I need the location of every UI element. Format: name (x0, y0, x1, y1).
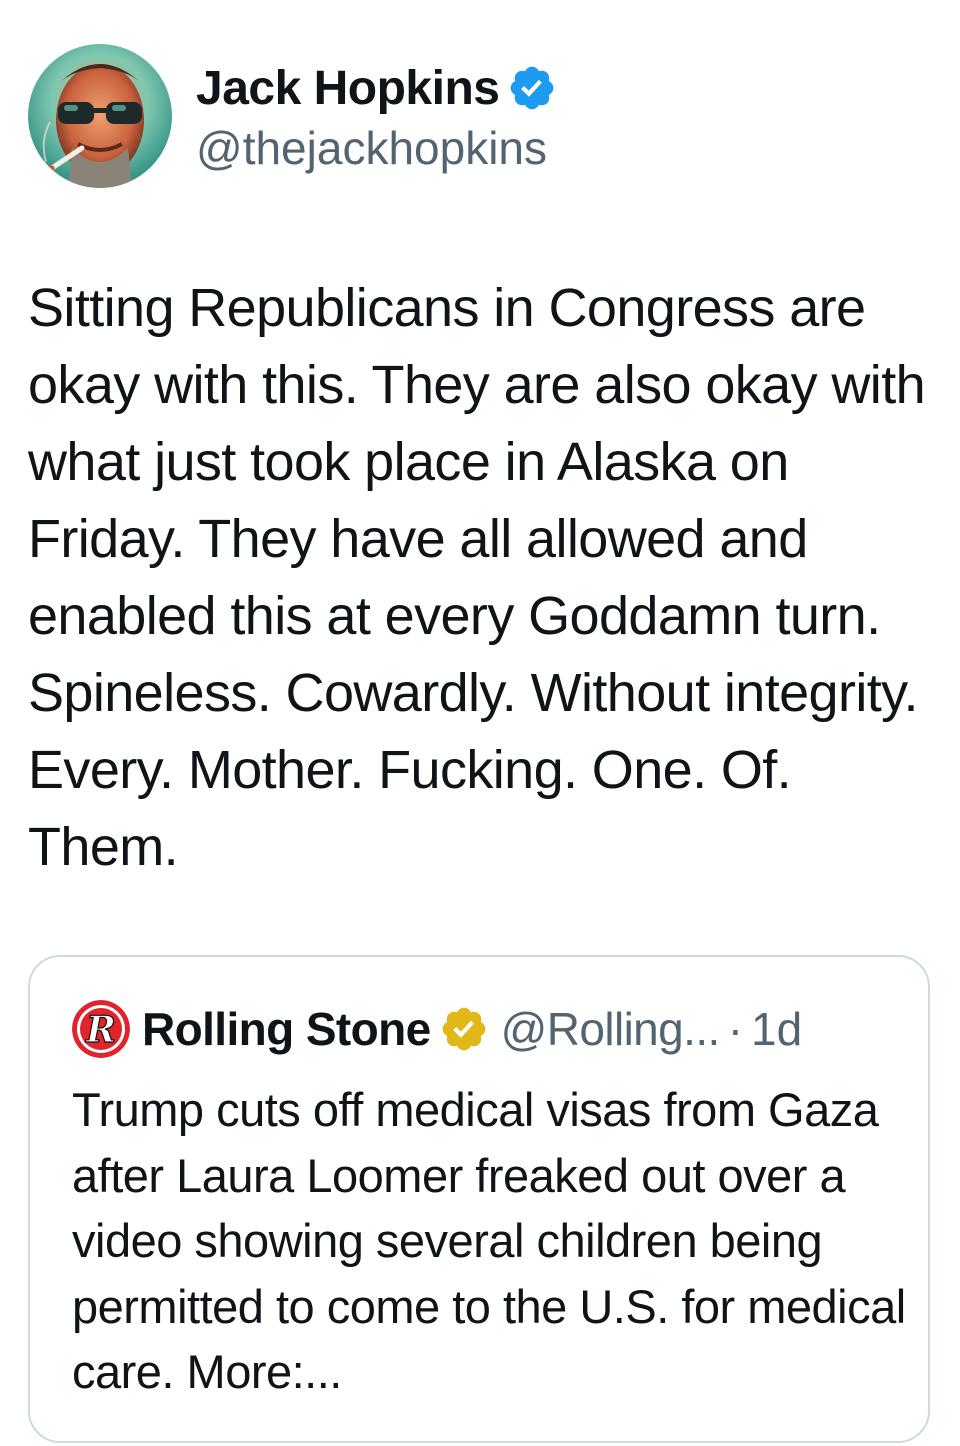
quoted-tweet-header: R Rolling Stone @Rolling... · 1d (72, 999, 802, 1059)
rolling-stone-logo-icon[interactable]: R (72, 1000, 130, 1058)
quoted-tweet-card[interactable]: R Rolling Stone @Rolling... · 1d Trump c… (28, 955, 930, 1443)
verified-badge-icon[interactable] (507, 63, 557, 113)
tweet-text: Sitting Republicans in Congress are okay… (28, 278, 940, 877)
separator-dot: · (727, 1003, 744, 1055)
quoted-display-name[interactable]: Rolling Stone (142, 1002, 431, 1056)
avatar-image (28, 44, 172, 188)
name-row: Jack Hopkins (196, 57, 557, 119)
gold-verified-badge-icon[interactable] (439, 1004, 489, 1054)
display-name[interactable]: Jack Hopkins (196, 61, 500, 116)
tweet-header: Jack Hopkins @thejackhopkins (28, 44, 557, 188)
quoted-timestamp[interactable]: 1d (751, 1002, 802, 1056)
quoted-tweet-text: Trump cuts off medical visas from Gaza a… (72, 1083, 919, 1398)
avatar[interactable] (28, 44, 172, 188)
author-handle[interactable]: @thejackhopkins (196, 121, 557, 175)
logo-letter: R (85, 1009, 116, 1051)
quoted-handle[interactable]: @Rolling... (501, 1002, 721, 1056)
author-info: Jack Hopkins @thejackhopkins (196, 57, 557, 175)
